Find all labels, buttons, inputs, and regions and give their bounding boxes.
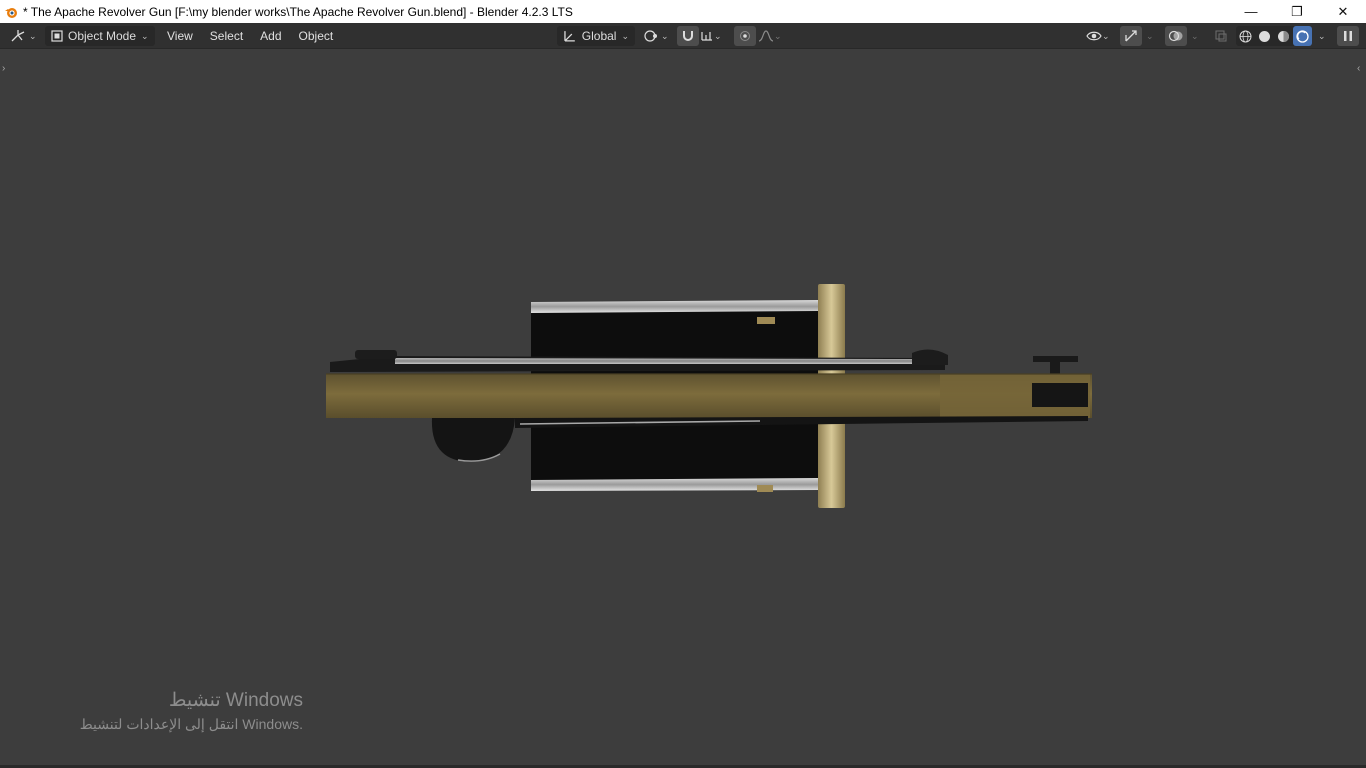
proportional-editing-toggle[interactable] bbox=[734, 26, 756, 46]
chevron-down-icon: ⌄ bbox=[774, 30, 782, 41]
orientation-label: Global bbox=[581, 29, 617, 43]
front-sight bbox=[912, 349, 948, 365]
menu-add[interactable]: Add bbox=[255, 29, 286, 43]
chevron-down-icon: ⌄ bbox=[621, 30, 629, 41]
falloff-curve-icon bbox=[758, 30, 774, 42]
menu-bar: View Select Add Object bbox=[162, 26, 338, 46]
3d-viewport[interactable]: › ‹ تنشيط Windows انتقل إلى الإعدادات لت… bbox=[0, 49, 1366, 768]
chevron-down-icon: ⌄ bbox=[714, 30, 722, 41]
menu-object[interactable]: Object bbox=[294, 29, 339, 43]
restore-icon: ❐ bbox=[1291, 3, 1303, 19]
sidebar-toggle[interactable] bbox=[1337, 26, 1359, 46]
cylinder-top-edge bbox=[531, 300, 818, 313]
trigger-guard bbox=[431, 418, 515, 462]
wireframe-sphere-icon bbox=[1239, 30, 1252, 42]
magnet-icon bbox=[683, 31, 693, 41]
overlay-icon bbox=[1168, 30, 1183, 42]
chevron-down-icon: ⌄ bbox=[661, 30, 669, 41]
pause-icon bbox=[1344, 31, 1352, 41]
falloff-dropdown[interactable]: ⌄ bbox=[758, 26, 782, 46]
object-mode-icon bbox=[51, 30, 63, 42]
close-button[interactable]: ✕ bbox=[1320, 0, 1366, 23]
shading-options-chevron-icon[interactable]: ⌄ bbox=[1318, 26, 1326, 46]
gizmo-icon bbox=[1125, 30, 1137, 42]
muzzle-stud bbox=[1033, 356, 1078, 376]
rendered-sphere-icon bbox=[1296, 29, 1309, 43]
visibility-dropdown[interactable]: ⌄ bbox=[1086, 26, 1110, 46]
orientation-icon bbox=[564, 31, 575, 42]
viewport-shading-group bbox=[1236, 26, 1312, 46]
mode-dropdown[interactable]: Object Mode ⌄ bbox=[45, 26, 155, 46]
mode-label: Object Mode bbox=[68, 29, 137, 43]
transform-orientation-dropdown[interactable]: Global ⌄ bbox=[557, 26, 635, 46]
editor-type-selector[interactable]: ⌄ bbox=[10, 26, 37, 46]
snap-toggle[interactable] bbox=[677, 26, 699, 46]
gizmo-options-chevron-icon[interactable]: ⌄ bbox=[1146, 26, 1154, 46]
xray-toggle[interactable] bbox=[1210, 26, 1232, 46]
overlay-toggle[interactable] bbox=[1165, 26, 1187, 46]
shading-rendered-button[interactable] bbox=[1293, 26, 1312, 46]
snap-target-dropdown[interactable]: ⌄ bbox=[700, 26, 722, 46]
restore-button[interactable]: ❐ bbox=[1274, 0, 1320, 23]
window-controls: — ❐ ✕ bbox=[1228, 0, 1366, 23]
chevron-down-icon: ⌄ bbox=[29, 30, 37, 41]
pivot-point-icon bbox=[644, 30, 657, 42]
viewport-header: ⌄ Object Mode ⌄ View Select Add Object G… bbox=[0, 23, 1366, 49]
menu-select[interactable]: Select bbox=[205, 29, 248, 43]
watermark-title: تنشيط Windows bbox=[168, 690, 303, 711]
revolver-model[interactable] bbox=[0, 49, 1366, 768]
minimize-icon: — bbox=[1244, 4, 1258, 19]
minimize-button[interactable]: — bbox=[1228, 0, 1274, 23]
overlay-options-chevron-icon[interactable]: ⌄ bbox=[1191, 26, 1199, 46]
xray-icon bbox=[1215, 30, 1227, 42]
gizmo-toggle[interactable] bbox=[1120, 26, 1142, 46]
window-title-bar: * The Apache Revolver Gun [F:\my blender… bbox=[0, 0, 1366, 23]
watermark-subtitle: انتقل إلى الإعدادات لتنشيط Windows. bbox=[79, 716, 303, 732]
proportional-edit-icon bbox=[740, 31, 750, 41]
visibility-eye-icon bbox=[1086, 31, 1102, 41]
solid-sphere-icon bbox=[1259, 30, 1270, 42]
window-title: * The Apache Revolver Gun [F:\my blender… bbox=[23, 4, 573, 19]
material-sphere-icon bbox=[1278, 30, 1289, 42]
shading-wireframe-button[interactable] bbox=[1236, 26, 1255, 46]
chevron-down-icon: ⌄ bbox=[141, 30, 149, 41]
3d-viewport-icon bbox=[11, 30, 25, 42]
shading-material-button[interactable] bbox=[1274, 26, 1293, 46]
blender-logo-icon bbox=[5, 7, 17, 18]
chevron-down-icon: ⌄ bbox=[1102, 30, 1110, 41]
windows-activation-watermark: تنشيط Windows انتقل إلى الإعدادات لتنشيط… bbox=[80, 689, 303, 733]
shading-solid-button[interactable] bbox=[1255, 26, 1274, 46]
menu-view[interactable]: View bbox=[162, 29, 198, 43]
snap-increment-icon bbox=[701, 32, 712, 41]
hammer bbox=[355, 350, 397, 359]
cylinder-bottom-edge bbox=[531, 478, 818, 491]
close-icon: ✕ bbox=[1337, 3, 1349, 19]
pivot-point-dropdown[interactable]: ⌄ bbox=[643, 26, 669, 46]
